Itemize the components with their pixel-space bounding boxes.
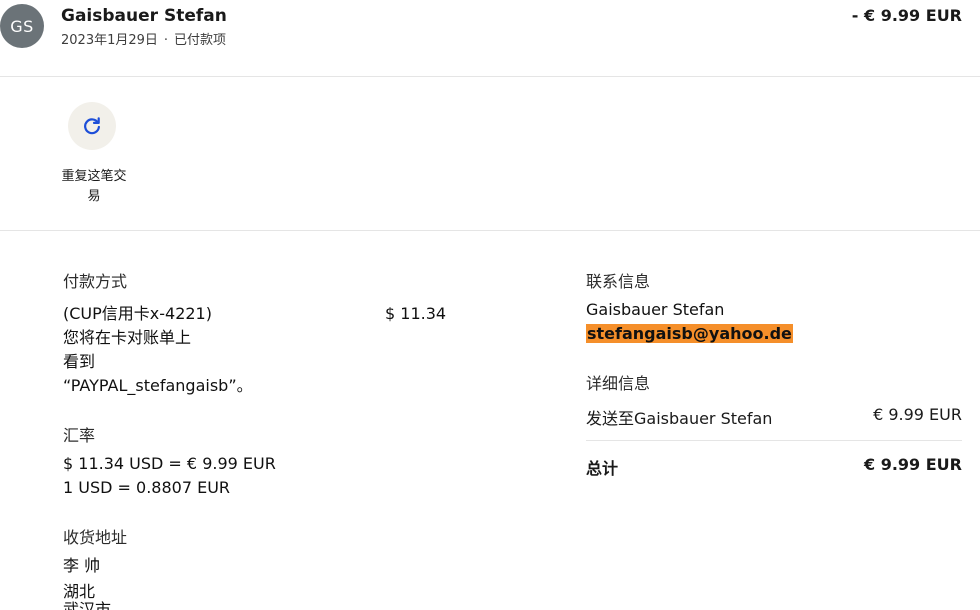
contact-email[interactable]: stefangaisb@yahoo.de [586,324,793,343]
total-label: 总计 [586,459,619,478]
payment-method-title: 付款方式 [63,272,128,291]
details-item-label: 发送至Gaisbauer Stefan [586,409,773,428]
counterparty-name: Gaisbauer Stefan [61,6,227,26]
contact-email-wrap: stefangaisb@yahoo.de [586,322,793,346]
exchange-rate-line-1: $ 11.34 USD = € 9.99 EUR [63,454,276,473]
payment-method-line-4: “PAYPAL_stefangaisb”。 [63,376,253,395]
payment-method-line-2: 您将在卡对账单上 [63,328,192,347]
contact-info-title: 联系信息 [586,272,651,291]
details-item-amount: € 9.99 EUR [873,405,962,424]
payment-method-amount: $ 11.34 [385,304,447,323]
repeat-transaction-button[interactable] [68,102,116,150]
shipping-address-line-1: 李 帅 [63,556,101,575]
avatar: GS [0,4,44,48]
repeat-transaction-label[interactable]: 重复这笔交易 [56,167,132,207]
payment-method-line-3: 看到 [63,352,96,371]
exchange-rate-title: 汇率 [63,426,96,445]
shipping-address-line-3: 武汉市 [63,600,112,610]
transaction-details: 付款方式 (CUP信用卡x-4221) 您将在卡对账单上 看到 “PAYPAL_… [0,231,980,610]
details-item-row: 发送至Gaisbauer Stefan € 9.99 EUR [586,405,962,429]
contact-name: Gaisbauer Stefan [586,300,725,319]
total-row: 总计 € 9.99 EUR [586,455,962,479]
total-amount: € 9.99 EUR [864,455,962,474]
refresh-icon [84,117,100,135]
transaction-date: 2023年1月29日 [61,33,158,48]
transaction-status: 已付款项 [174,33,227,48]
meta-separator: · [163,33,169,48]
details-title: 详细信息 [586,374,651,393]
transaction-detail-page: GS Gaisbauer Stefan 2023年1月29日 · 已付款项 - € … [0,0,980,610]
actions-bar: 重复这笔交易 [0,77,980,231]
transaction-meta: 2023年1月29日 · 已付款项 [61,29,226,48]
transaction-amount: - € 9.99 EUR [851,6,962,25]
transaction-header: GS Gaisbauer Stefan 2023年1月29日 · 已付款项 - € … [0,0,980,77]
payment-method-line-1: (CUP信用卡x-4221) [63,304,212,323]
details-divider [586,440,962,441]
shipping-address-title: 收货地址 [63,528,128,547]
exchange-rate-line-2: 1 USD = 0.8807 EUR [63,478,231,497]
